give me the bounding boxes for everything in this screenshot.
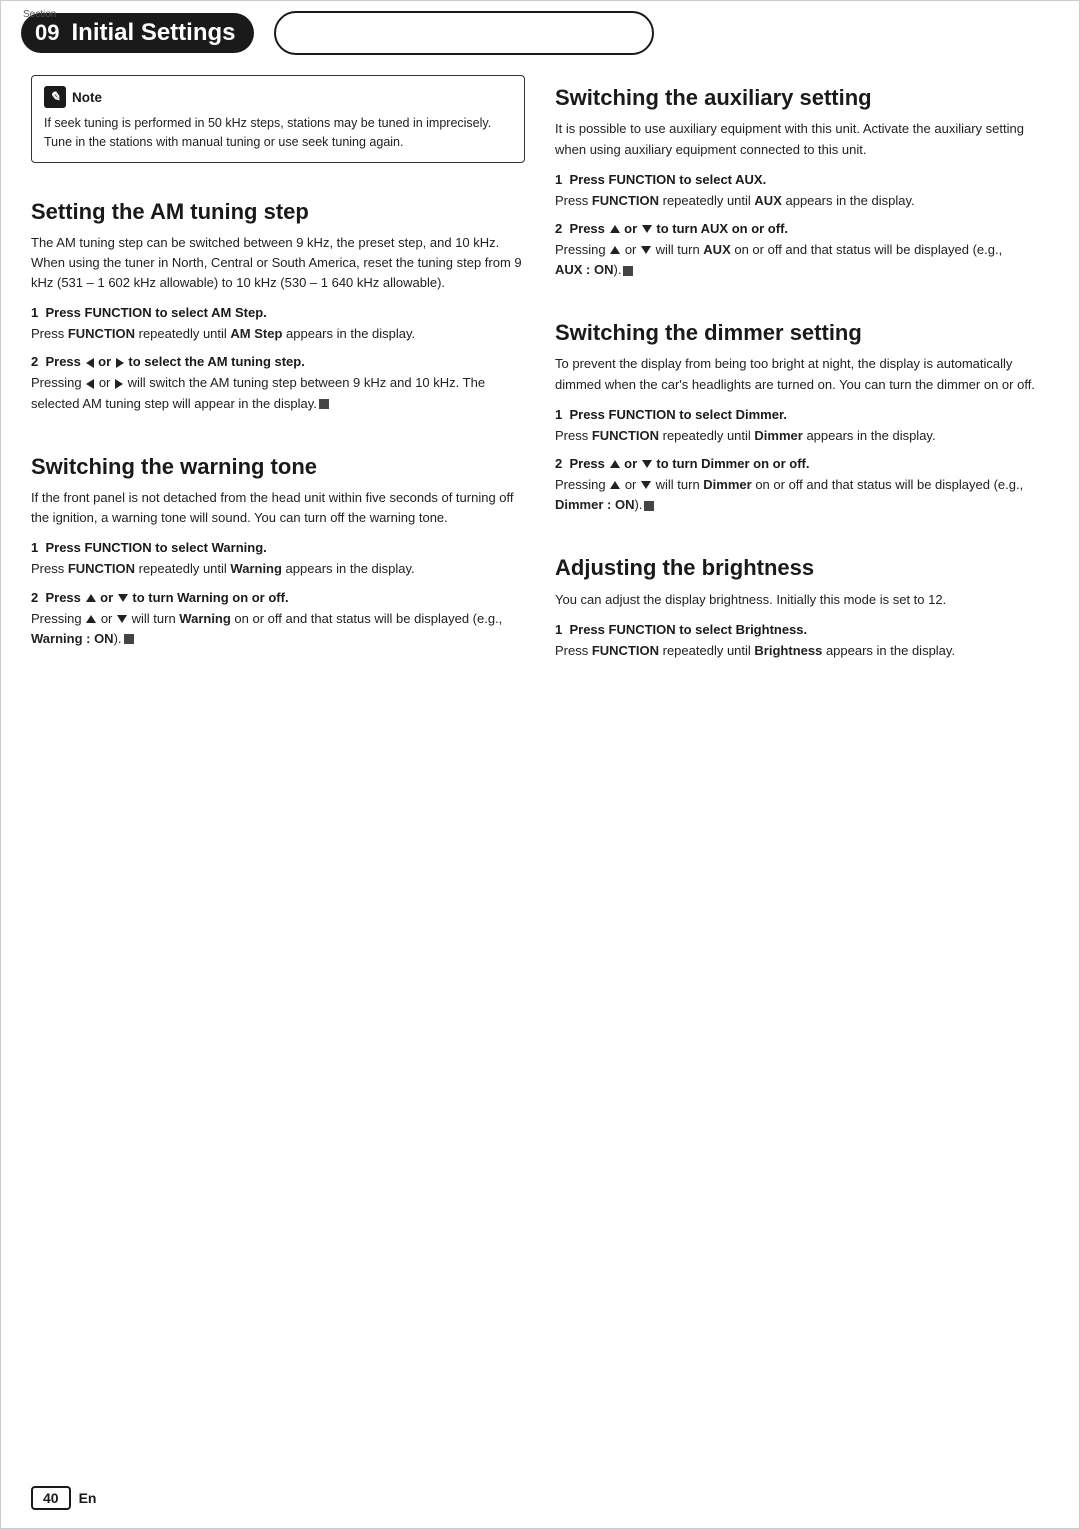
- am-tuning-heading: Setting the AM tuning step: [31, 199, 525, 225]
- am-step1-heading: 1 Press FUNCTION to select AM Step.: [31, 305, 525, 320]
- section-brightness: Adjusting the brightness You can adjust …: [555, 545, 1049, 665]
- main-content: ✎ Note If seek tuning is performed in 50…: [1, 65, 1079, 695]
- dimmer-step2-num: 2: [555, 456, 562, 471]
- end-mark: [319, 399, 329, 409]
- am-step1-title: Press FUNCTION to select AM Step.: [45, 305, 266, 320]
- dimmer-step2-title: Press or to turn Dimmer on or off.: [569, 456, 809, 471]
- aux-body: It is possible to use auxiliary equipmen…: [555, 119, 1049, 159]
- am-step2-num: 2: [31, 354, 38, 369]
- warning-step1-title: Press FUNCTION to select Warning.: [45, 540, 266, 555]
- aux-step1-heading: 1 Press FUNCTION to select AUX.: [555, 172, 1049, 187]
- aux-step2-heading: 2 Press or to turn AUX on or off.: [555, 221, 1049, 236]
- dimmer-body: To prevent the display from being too br…: [555, 354, 1049, 394]
- warning-step2-title: Press or to turn Warning on or off.: [45, 590, 288, 605]
- warning-step1-num: 1: [31, 540, 38, 555]
- brightness-heading: Adjusting the brightness: [555, 555, 1049, 581]
- section-warning-tone: Switching the warning tone If the front …: [31, 444, 525, 653]
- warning-step2-num: 2: [31, 590, 38, 605]
- end-mark-dimmer: [644, 501, 654, 511]
- end-mark-aux: [623, 266, 633, 276]
- am-step2-body: Pressing or will switch the AM tuning st…: [31, 373, 525, 413]
- aux-heading: Switching the auxiliary setting: [555, 85, 1049, 111]
- left-column: ✎ Note If seek tuning is performed in 50…: [31, 75, 525, 665]
- am-step2-heading: 2 Press or to select the AM tuning step.: [31, 354, 525, 369]
- brightness-step1-body: Press FUNCTION repeatedly until Brightne…: [555, 641, 1049, 661]
- dimmer-step1-title: Press FUNCTION to select Dimmer.: [569, 407, 786, 422]
- note-box: ✎ Note If seek tuning is performed in 50…: [31, 75, 525, 163]
- footer: 40 En: [31, 1486, 96, 1510]
- dimmer-heading: Switching the dimmer setting: [555, 320, 1049, 346]
- warning-step1-body: Press FUNCTION repeatedly until Warning …: [31, 559, 525, 579]
- aux-step1-title: Press FUNCTION to select AUX.: [569, 172, 766, 187]
- aux-step2-num: 2: [555, 221, 562, 236]
- brightness-step1-title: Press FUNCTION to select Brightness.: [569, 622, 807, 637]
- am-step2-title: Press or to select the AM tuning step.: [45, 354, 304, 369]
- right-column: Switching the auxiliary setting It is po…: [555, 75, 1049, 665]
- note-label: Note: [72, 90, 102, 105]
- am-step1-body: Press FUNCTION repeatedly until AM Step …: [31, 324, 525, 344]
- warning-step1-heading: 1 Press FUNCTION to select Warning.: [31, 540, 525, 555]
- section-label: Section: [23, 9, 56, 20]
- am-step1-num: 1: [31, 305, 38, 320]
- section-aux: Switching the auxiliary setting It is po…: [555, 75, 1049, 284]
- dimmer-step1-num: 1: [555, 407, 562, 422]
- dimmer-step1-body: Press FUNCTION repeatedly until Dimmer a…: [555, 426, 1049, 446]
- warning-tone-body: If the front panel is not detached from …: [31, 488, 525, 528]
- section-am-tuning: Setting the AM tuning step The AM tuning…: [31, 189, 525, 418]
- page-header: 09 Initial Settings: [1, 1, 1079, 55]
- aux-step1-body: Press FUNCTION repeatedly until AUX appe…: [555, 191, 1049, 211]
- warning-step2-body: Pressing or will turn Warning on or off …: [31, 609, 525, 649]
- page-number: 40: [31, 1486, 71, 1510]
- warning-tone-heading: Switching the warning tone: [31, 454, 525, 480]
- dimmer-step1-heading: 1 Press FUNCTION to select Dimmer.: [555, 407, 1049, 422]
- aux-step2-body: Pressing or will turn AUX on or off and …: [555, 240, 1049, 280]
- dimmer-step2-body: Pressing or will turn Dimmer on or off a…: [555, 475, 1049, 515]
- header-right-box: [274, 11, 654, 55]
- note-icon: ✎: [44, 86, 66, 108]
- brightness-step1-num: 1: [555, 622, 562, 637]
- warning-step2-heading: 2 Press or to turn Warning on or off.: [31, 590, 525, 605]
- end-mark-warning: [124, 634, 134, 644]
- language-label: En: [79, 1490, 97, 1506]
- section-number: 09: [31, 20, 63, 46]
- aux-step1-num: 1: [555, 172, 562, 187]
- page: Section 09 Initial Settings ✎ Note If se…: [0, 0, 1080, 1529]
- note-body: If seek tuning is performed in 50 kHz st…: [44, 114, 512, 152]
- brightness-step1-heading: 1 Press FUNCTION to select Brightness.: [555, 622, 1049, 637]
- section-title-label: Initial Settings: [71, 19, 235, 47]
- dimmer-step2-heading: 2 Press or to turn Dimmer on or off.: [555, 456, 1049, 471]
- section-dimmer: Switching the dimmer setting To prevent …: [555, 310, 1049, 519]
- brightness-body: You can adjust the display brightness. I…: [555, 590, 1049, 610]
- aux-step2-title: Press or to turn AUX on or off.: [569, 221, 788, 236]
- am-tuning-body: The AM tuning step can be switched betwe…: [31, 233, 525, 293]
- note-header: ✎ Note: [44, 86, 512, 108]
